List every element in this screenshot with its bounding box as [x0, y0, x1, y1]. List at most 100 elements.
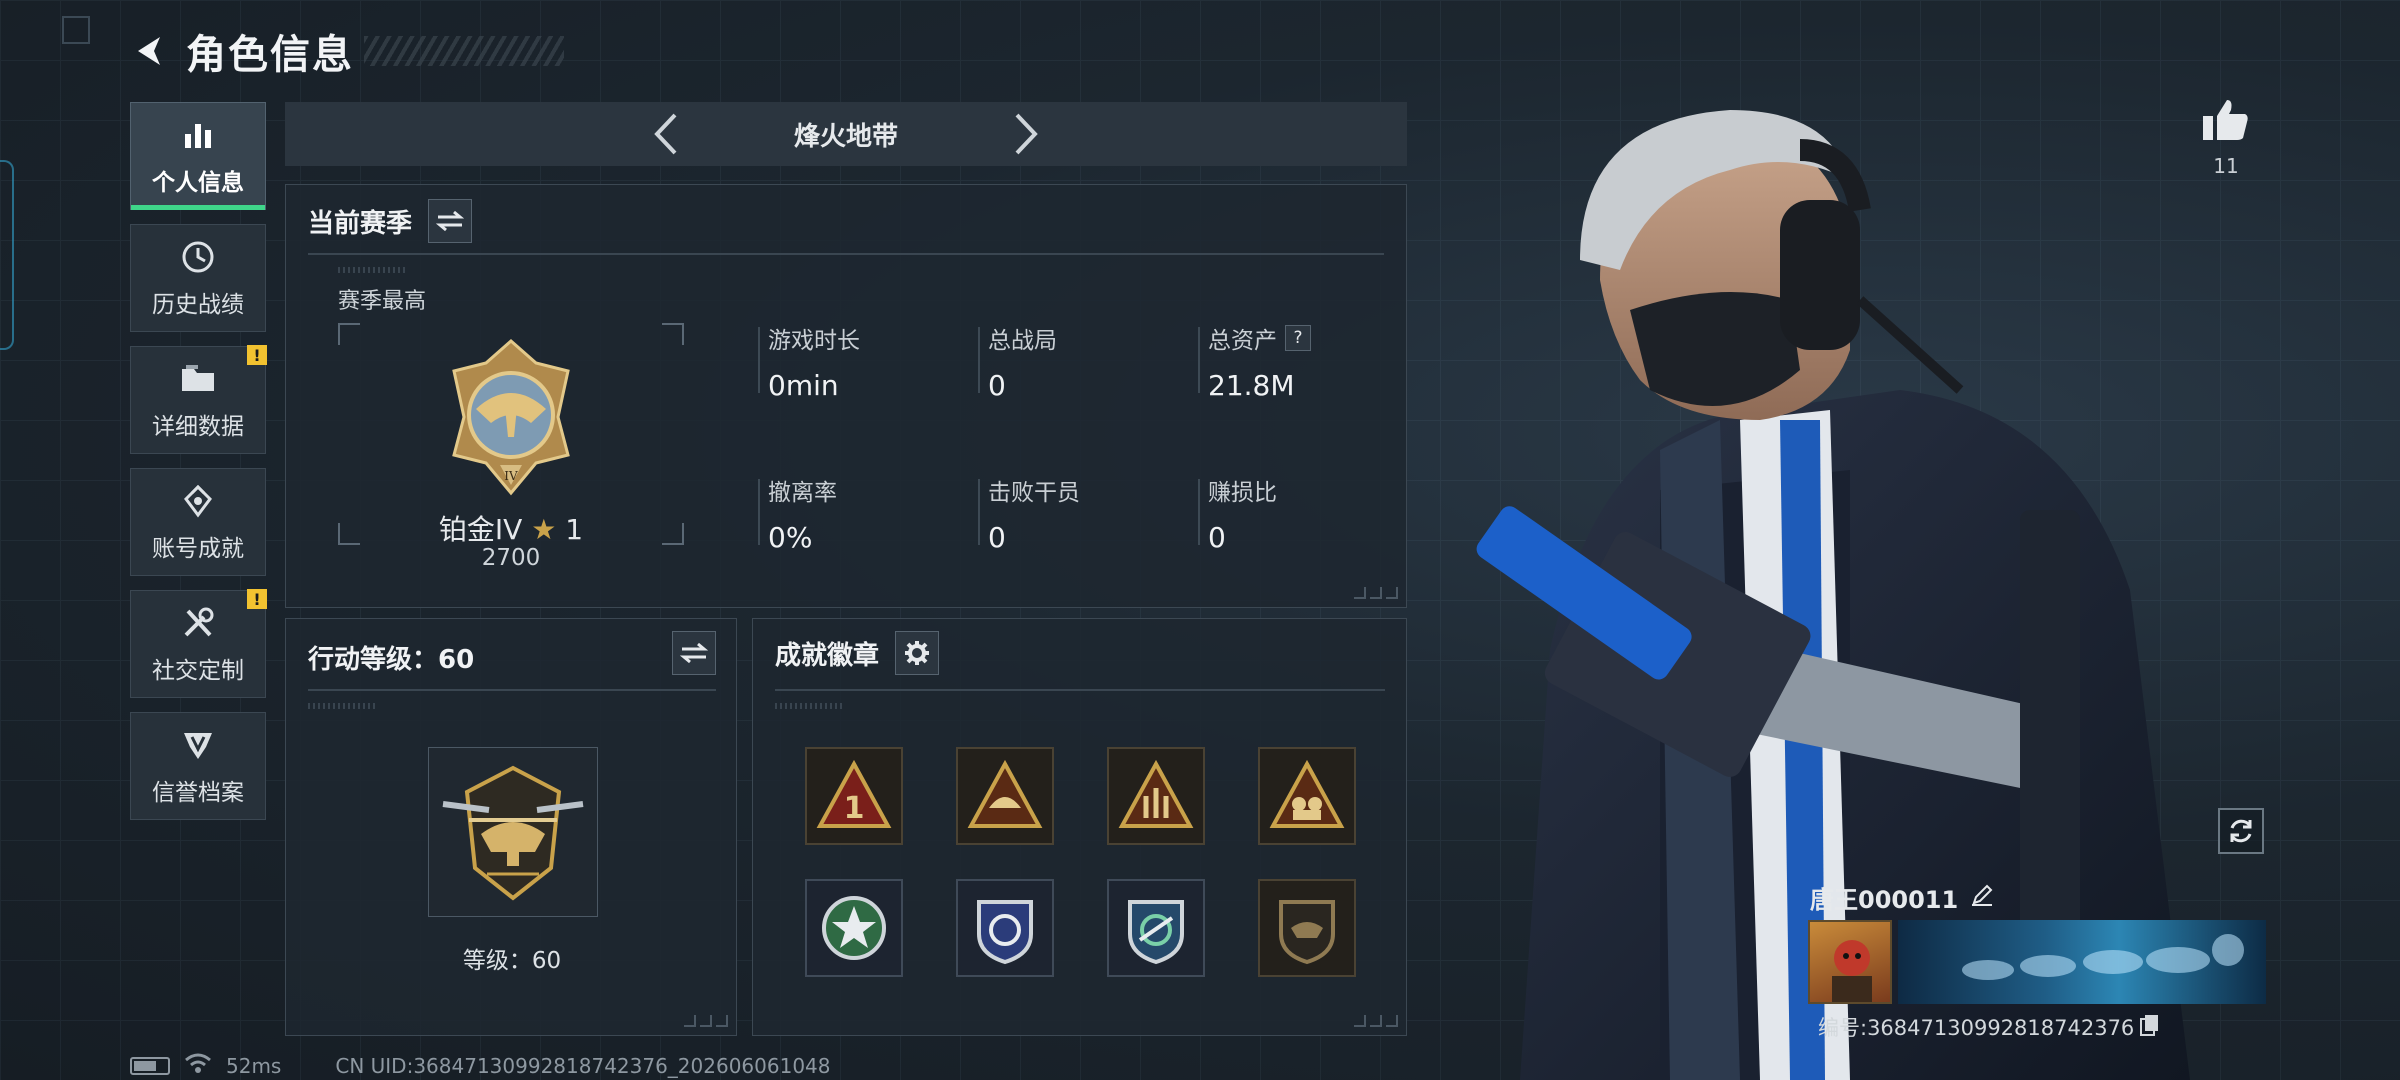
rank-score: 2700: [481, 545, 541, 571]
badges-title: 成就徽章: [775, 640, 880, 671]
refresh-button[interactable]: [2218, 808, 2264, 854]
prev-mode-button[interactable]: [636, 104, 696, 164]
stat-label: 击败干员: [988, 480, 1080, 506]
stat-label-row: 总资产 ?: [1208, 321, 1398, 355]
stat-value: 0min: [768, 369, 839, 402]
rank-name: 铂金IV: [438, 513, 523, 546]
badge-slot-2[interactable]: [956, 747, 1054, 845]
player-name-row: 唐王000011: [1810, 880, 1994, 915]
stat-operators-defeated: 击败干员 0: [978, 473, 1178, 554]
mode-name: 烽火地带: [793, 121, 898, 152]
title-decoration: [364, 36, 564, 66]
ping-text: 52ms: [226, 1053, 282, 1078]
badge-slot-3[interactable]: [1107, 747, 1205, 845]
level-title: 行动等级：60: [308, 645, 475, 675]
corner-decoration: [1354, 1015, 1398, 1027]
season-best-label: 赛季最高: [338, 289, 427, 314]
badge-slot-1[interactable]: 1: [805, 747, 903, 845]
credit-icon: [178, 725, 218, 765]
star-icon: ★: [531, 513, 557, 546]
stripe-decoration: [338, 267, 408, 273]
sidebar-item-label: 账号成就: [152, 536, 244, 562]
stat-total-assets: 总资产 ? 21.8M: [1198, 321, 1398, 402]
swap-level-button[interactable]: [672, 631, 716, 675]
avatar[interactable]: [1808, 920, 1892, 1004]
badge-settings-button[interactable]: [895, 631, 940, 675]
folder-icon: [178, 359, 218, 399]
player-id: 编号:3684713099281874237​6: [1818, 1016, 2135, 1040]
tools-icon: [178, 603, 218, 643]
player-id-row: 编号:3684713099281874237​6: [1818, 1012, 2160, 1042]
player-name: 唐王000011: [1810, 886, 1959, 914]
history-icon: [178, 237, 218, 277]
like-button[interactable]: 11: [2196, 96, 2256, 178]
sidebar-item-achievements[interactable]: 账号成就: [130, 468, 266, 576]
sidebar-item-credit[interactable]: 信誉档案: [130, 712, 266, 820]
refresh-icon: [2230, 819, 2252, 843]
stat-value: 0: [988, 369, 1006, 402]
panel-divider: [308, 253, 1384, 255]
badge-slot-6[interactable]: [956, 879, 1054, 977]
swap-season-button[interactable]: [428, 199, 473, 243]
sidebar-item-history[interactable]: 历史战绩: [130, 224, 266, 332]
page-title: 角色信息: [186, 32, 354, 78]
panel-divider: [308, 689, 716, 691]
level-panel: 行动等级：60 等级：60: [285, 618, 737, 1036]
stat-value: 21.8M: [1208, 369, 1295, 402]
badge-icon-4: [1269, 759, 1345, 828]
platinum-rank-emblem-icon: IV: [452, 339, 570, 496]
svg-text:1: 1: [844, 791, 865, 826]
corner-decoration: [62, 16, 90, 44]
rank-name-row: 铂金IV ★ 1: [338, 508, 684, 548]
back-arrow-icon[interactable]: [128, 29, 172, 73]
stat-value: 0%: [768, 521, 813, 554]
sidebar-item-label: 详细数据: [152, 414, 244, 440]
badge-slot-8[interactable]: [1258, 879, 1356, 977]
sidebar-item-label: 社交定制: [152, 658, 244, 684]
next-mode-button[interactable]: [996, 104, 1056, 164]
svg-text:IV: IV: [504, 469, 518, 483]
warning-badge: !: [247, 589, 267, 609]
help-icon[interactable]: ?: [1285, 325, 1311, 351]
rank-frame: IV 铂金IV ★ 1 2700: [338, 323, 684, 571]
header: 角色信息: [128, 22, 564, 80]
bar-chart-icon: [178, 115, 218, 155]
edit-name-icon[interactable]: [1970, 883, 1994, 913]
stat-total-matches: 总战局 0: [978, 321, 1178, 402]
season-title: 当前赛季: [308, 208, 413, 239]
corner-decoration: [684, 1015, 728, 1027]
badge-icon-7: [1128, 900, 1184, 965]
badge-slot-5[interactable]: [805, 879, 903, 977]
copy-icon[interactable]: [2140, 1014, 2160, 1041]
sidebar-item-personal-info[interactable]: 个人信息: [130, 102, 266, 210]
stat-value: 0: [1208, 521, 1226, 554]
achievement-badges-panel: 成就徽章 1: [752, 618, 1407, 1036]
sidebar-item-social[interactable]: ! 社交定制: [130, 589, 267, 698]
stat-label: 游戏时长: [768, 328, 860, 354]
badge-icon-3: [1118, 759, 1194, 828]
sidebar-item-label: 信誉档案: [152, 780, 244, 806]
uid-text: CN UID:36847130992818742376_202606061048: [335, 1053, 831, 1078]
stat-value: 0: [988, 521, 1006, 554]
mode-selector: 烽火地带: [285, 102, 1407, 166]
badge-icon-5: [822, 896, 886, 960]
helicopter-emblem-icon: [442, 765, 584, 901]
sidebar-item-detail-data[interactable]: ! 详细数据: [130, 345, 267, 454]
badge-icon-8: [1279, 900, 1335, 965]
badge-icon-2: [967, 759, 1043, 828]
stat-label: 总战局: [988, 328, 1057, 354]
achievement-icon: [178, 481, 218, 521]
stripe-decoration: [308, 703, 378, 709]
sidebar-item-label: 个人信息: [152, 170, 244, 196]
wifi-icon: [184, 1052, 212, 1079]
frame-corner: [338, 323, 360, 345]
badge-slot-4[interactable]: [1258, 747, 1356, 845]
rank-stars: 1: [565, 513, 584, 546]
sidebar-item-label: 历史战绩: [152, 292, 244, 318]
stripe-decoration: [775, 703, 845, 709]
badge-icon-1: 1: [816, 759, 892, 828]
stat-label: 总资产: [1208, 328, 1277, 354]
stat-label: 撤离率: [768, 480, 837, 506]
thumbs-up-icon: [2203, 100, 2248, 140]
badge-slot-7[interactable]: [1107, 879, 1205, 977]
